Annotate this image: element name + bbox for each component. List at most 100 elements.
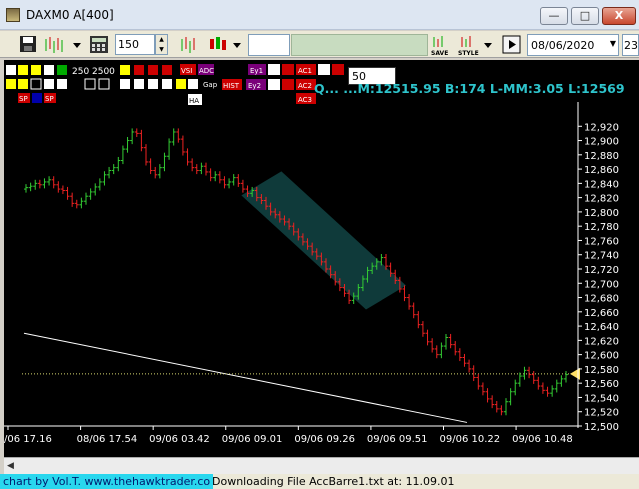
indicator-box[interactable]: [148, 79, 158, 89]
x-tick-label: 08/06 17.54: [77, 434, 138, 445]
price-bar: [531, 371, 536, 384]
price-bar: [185, 148, 190, 166]
indicator-box[interactable]: [18, 79, 28, 89]
price-bar: [194, 164, 199, 175]
price-bar: [107, 166, 112, 179]
bar-chart-icon[interactable]: [45, 37, 63, 53]
minimize-button[interactable]: —: [540, 7, 568, 25]
time-field[interactable]: 23.: [622, 34, 639, 56]
indicator-box[interactable]: [134, 65, 144, 75]
price-bar: [517, 372, 522, 387]
indicator-box[interactable]: [282, 79, 294, 90]
date-picker[interactable]: 08/06/2020 ▼: [527, 34, 619, 56]
price-bar: [508, 388, 513, 406]
indicator-box[interactable]: [31, 65, 41, 75]
price-bar: [24, 184, 28, 193]
indicator-box[interactable]: [268, 79, 280, 90]
title-bar[interactable]: DAXM0 A[400] — □ X: [0, 0, 639, 30]
indicator-box[interactable]: [176, 79, 186, 89]
price-bar: [120, 145, 125, 165]
price-bar: [480, 382, 485, 396]
play-icon[interactable]: [502, 35, 521, 54]
indicator-box[interactable]: [32, 93, 42, 103]
save-disk-icon[interactable]: [20, 36, 36, 52]
price-bar: [111, 164, 116, 175]
y-tick-label: 12,680: [584, 294, 619, 305]
price-bar: [240, 179, 245, 193]
price-bar: [559, 375, 564, 387]
indicator-label[interactable]: Gap: [203, 81, 218, 89]
price-bar: [28, 182, 33, 192]
chevron-down-icon-3[interactable]: [484, 43, 492, 48]
indicator-box[interactable]: [6, 79, 16, 89]
maximize-button[interactable]: □: [571, 7, 599, 25]
chevron-down-icon-2[interactable]: [233, 43, 241, 48]
price-bar: [65, 186, 70, 200]
indicator-box[interactable]: [318, 64, 330, 75]
price-bar: [236, 174, 241, 187]
indicator-box[interactable]: [188, 79, 198, 89]
indicator-box[interactable]: [18, 65, 28, 75]
indicator-box[interactable]: [44, 65, 54, 75]
bar-count-input[interactable]: 150: [115, 34, 155, 55]
price-bar: [527, 366, 532, 379]
indicator-box[interactable]: [30, 78, 42, 90]
bar-count-stepper[interactable]: ▲ ▼: [155, 34, 168, 55]
y-tick-label: 12,880: [584, 151, 619, 162]
price-bar: [457, 348, 462, 362]
price-bar: [231, 174, 236, 186]
indicator-label: SP: [45, 95, 54, 103]
toolbar: SAVE STYLE 150 ▲▼ 08/06/2020 ▼ 23.: [0, 31, 639, 58]
chevron-down-icon[interactable]: [73, 43, 81, 48]
indicator-box[interactable]: [162, 65, 172, 75]
indicator-box[interactable]: [120, 79, 130, 89]
indicator-box[interactable]: [282, 64, 294, 75]
chevron-down-icon[interactable]: ▼: [610, 39, 616, 48]
indicator-label[interactable]: 250: [72, 67, 89, 77]
indicator-box[interactable]: [162, 79, 172, 89]
price-bar: [416, 311, 421, 329]
style-icon[interactable]: [461, 36, 471, 47]
price-bar: [550, 385, 555, 397]
indicator-label[interactable]: 2500: [92, 67, 115, 77]
indicator-box[interactable]: [332, 64, 344, 75]
horizontal-scrollbar[interactable]: ◀: [4, 457, 639, 474]
price-chart[interactable]: 250 2500 VSI ADC Ey1 AC1 Gap HIST Ey2 AC…: [4, 60, 639, 457]
calculator-icon[interactable]: [90, 36, 108, 53]
save-style-icon[interactable]: [433, 36, 443, 47]
candle-chart-icon[interactable]: [210, 37, 226, 50]
indicator-box[interactable]: [44, 79, 54, 89]
y-tick-label: 12,520: [584, 408, 619, 419]
price-bar: [144, 144, 148, 166]
price-bar: [222, 176, 227, 189]
indicator-box[interactable]: [268, 64, 280, 75]
price-bar: [476, 373, 481, 390]
indicator-box[interactable]: [6, 65, 16, 75]
indicator-box[interactable]: [98, 78, 110, 90]
price-bar: [453, 341, 458, 356]
close-button[interactable]: X: [602, 7, 636, 25]
indicator-label: HIST: [223, 82, 240, 90]
symbol-field[interactable]: [248, 34, 290, 56]
price-bar: [125, 136, 130, 153]
info-field[interactable]: [291, 34, 428, 56]
price-bar: [208, 168, 213, 182]
website-link[interactable]: chart by Vol.T. www.thehawktrader.co: [0, 474, 214, 489]
indicator-label: VSI: [181, 67, 192, 75]
indicator-box[interactable]: [57, 79, 67, 89]
price-bar: [471, 365, 476, 382]
style-label: STYLE: [458, 50, 479, 57]
indicator-box[interactable]: [57, 65, 67, 75]
scroll-left-arrow-icon[interactable]: ◀: [7, 461, 14, 471]
chart-canvas: 250 2500 VSI ADC Ey1 AC1 Gap HIST Ey2 AC…: [4, 64, 619, 445]
y-tick-label: 12,640: [584, 322, 619, 333]
bar-chart-icon-2[interactable]: [181, 37, 195, 53]
indicator-box[interactable]: [134, 79, 144, 89]
price-bar: [494, 401, 499, 413]
price-bar: [513, 379, 518, 396]
indicator-box[interactable]: [120, 65, 130, 75]
y-tick-label: 12,700: [584, 279, 619, 290]
indicator-box[interactable]: [148, 65, 158, 75]
y-tick-label: 12,900: [584, 137, 619, 148]
indicator-box[interactable]: [84, 78, 96, 90]
